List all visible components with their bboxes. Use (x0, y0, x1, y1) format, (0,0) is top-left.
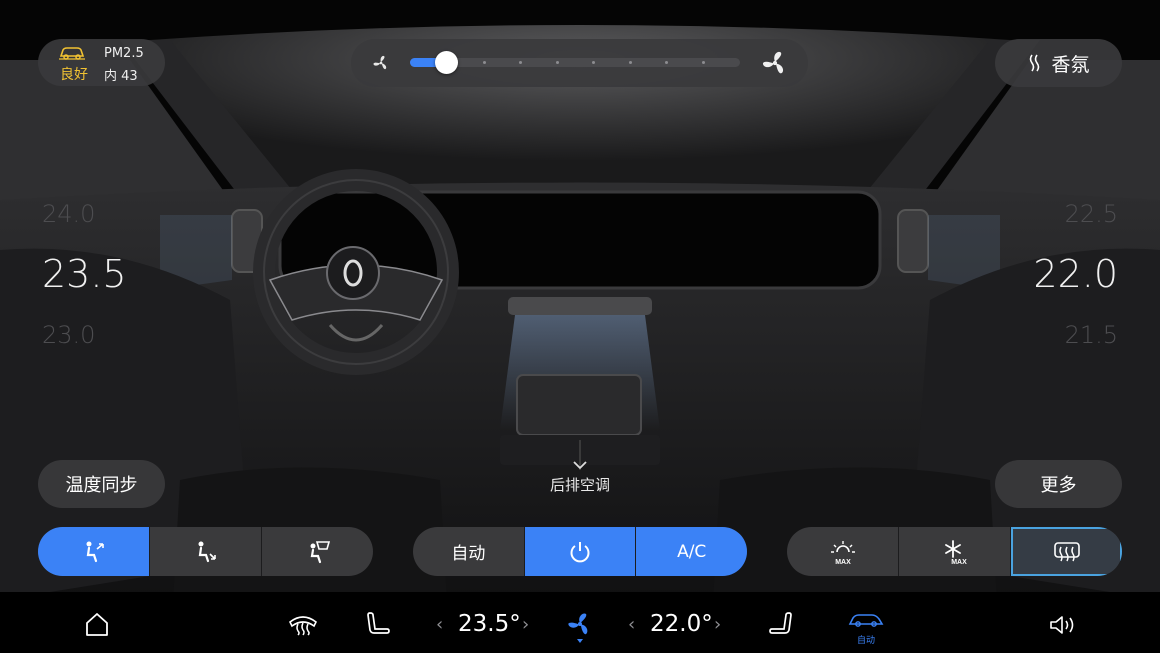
auto-climate-button[interactable]: 自动 (846, 612, 886, 647)
max-heat-icon: MAX (830, 540, 855, 566)
rear-defrost-icon (1053, 541, 1080, 561)
power-icon (570, 541, 590, 562)
left-temp-below[interactable]: 23.0 (42, 321, 95, 349)
fan-small-icon[interactable] (371, 53, 391, 73)
ac-control-group: 自动 A/C (413, 527, 747, 576)
slider-step-dot (556, 61, 559, 64)
airflow-windshield-button[interactable] (262, 527, 373, 576)
max-cool-button[interactable]: MAX (899, 527, 1011, 576)
pm25-label: PM2.5 (104, 46, 144, 61)
slider-step-dot (483, 61, 486, 64)
max-heat-button[interactable]: MAX (787, 527, 899, 576)
ac-button[interactable]: A/C (636, 527, 747, 576)
airflow-feet-button[interactable] (150, 527, 262, 576)
airflow-windshield-icon (310, 540, 330, 563)
max-cool-sub: MAX (951, 559, 967, 566)
chevron-down-icon (573, 461, 587, 470)
fragrance-icon (1030, 54, 1040, 72)
fragrance-button[interactable]: 香氛 (995, 39, 1122, 87)
inside-pm25-value: 内 43 (104, 69, 138, 84)
left-temp-current[interactable]: 23.5 (42, 252, 127, 296)
airflow-face-icon (86, 541, 104, 562)
max-cool-icon: MAX (944, 539, 967, 566)
right-temp-above[interactable]: 22.5 (1065, 200, 1118, 228)
slider-step-dot (519, 61, 522, 64)
air-quality-status: 良好 (60, 67, 88, 83)
auto-climate-label: 自动 (856, 636, 875, 646)
more-button[interactable]: 更多 (995, 460, 1122, 508)
max-heat-sub: MAX (835, 559, 851, 566)
airflow-face-button[interactable] (38, 527, 150, 576)
fan-icon[interactable] (566, 610, 594, 644)
right-temp-increase-icon[interactable]: › (714, 614, 721, 635)
right-temp-display[interactable]: 22.0° (650, 611, 713, 637)
fan-large-icon[interactable] (761, 49, 789, 77)
airflow-mode-group (38, 527, 373, 576)
rear-ac-label: 后排空调 (549, 476, 610, 494)
right-temp-current[interactable]: 22.0 (1033, 252, 1118, 296)
seat-right-icon[interactable] (767, 610, 795, 638)
right-temp-below[interactable]: 21.5 (1065, 321, 1118, 349)
rear-ac-toggle[interactable]: 后排空调 (530, 460, 630, 495)
fan-speed-handle[interactable] (435, 51, 458, 74)
car-air-icon (59, 47, 85, 60)
auto-button[interactable]: 自动 (413, 527, 525, 576)
slider-step-dot (702, 61, 705, 64)
fragrance-label: 香氛 (1051, 53, 1090, 76)
slider-step-dot (665, 61, 668, 64)
left-temp-decrease-icon[interactable]: ‹ (436, 614, 443, 635)
front-defrost-icon[interactable] (288, 612, 318, 636)
airflow-feet-icon (198, 541, 216, 562)
slider-step-dot (592, 61, 595, 64)
slider-step-dot (629, 61, 632, 64)
car-auto-icon (848, 614, 884, 627)
left-temp-above[interactable]: 24.0 (42, 200, 95, 228)
home-icon[interactable] (84, 611, 110, 637)
left-temp-display[interactable]: 23.5° (458, 611, 521, 637)
fan-speed-control[interactable] (351, 39, 808, 87)
volume-icon[interactable] (1048, 613, 1078, 637)
right-temp-decrease-icon[interactable]: ‹ (628, 614, 635, 635)
max-mode-group: MAX MAX (787, 527, 1122, 576)
temp-sync-button[interactable]: 温度同步 (38, 460, 165, 508)
seat-left-icon[interactable] (364, 610, 392, 638)
fan-speed-slider[interactable] (410, 51, 740, 74)
rear-defrost-button[interactable] (1011, 527, 1122, 576)
power-button[interactable] (524, 527, 637, 576)
left-temp-increase-icon[interactable]: › (522, 614, 529, 635)
air-quality-widget[interactable]: 良好 PM2.5 内 43 (38, 39, 165, 86)
